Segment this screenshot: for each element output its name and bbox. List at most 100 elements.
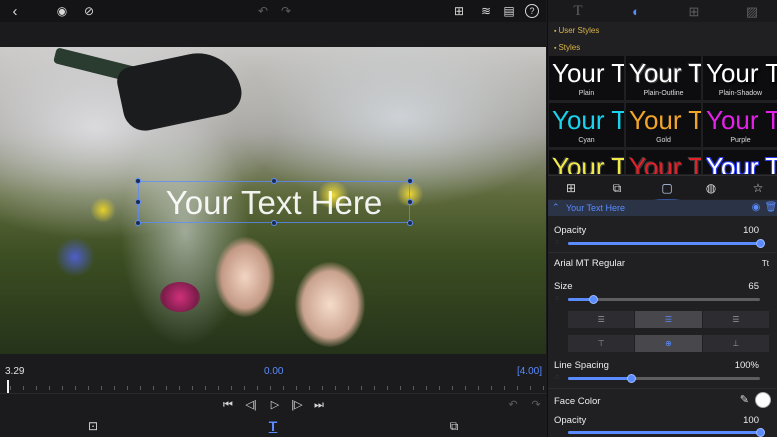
fit-screen-icon[interactable]: ⊡ bbox=[86, 419, 100, 433]
style-preview-text: Your Text bbox=[706, 58, 777, 88]
line-spacing-value: 100% bbox=[734, 360, 759, 371]
user-styles-header[interactable]: User Styles bbox=[554, 26, 599, 35]
redo-icon[interactable]: ↷ bbox=[279, 4, 293, 18]
favorite-star-icon[interactable]: ☆ bbox=[751, 181, 765, 195]
ruler-tick bbox=[88, 386, 89, 390]
ruler-tick bbox=[244, 386, 245, 390]
bottom-toolbar: ⊡ T ⧉ bbox=[0, 416, 546, 437]
style-preset[interactable]: Your Text bbox=[626, 150, 701, 174]
line-spacing-slider[interactable] bbox=[568, 374, 760, 383]
ruler-tick bbox=[140, 386, 141, 390]
style-preset[interactable]: Your Text Plain-Shadow bbox=[703, 56, 777, 100]
eye-hide-icon[interactable]: ⊘ bbox=[82, 4, 96, 18]
position-time: 0.00 bbox=[264, 366, 284, 377]
ruler-tick bbox=[75, 386, 76, 390]
blue-flower bbox=[55, 237, 95, 277]
slider-knob[interactable] bbox=[756, 428, 765, 437]
trash-icon[interactable]: 🗑 bbox=[764, 201, 777, 215]
safe-zone-icon[interactable]: ⊞ bbox=[452, 4, 466, 18]
ruler-tick bbox=[517, 386, 518, 390]
duplicate-style-icon[interactable]: ⧉ bbox=[610, 181, 624, 195]
chevron-left-icon[interactable]: ‹ bbox=[8, 4, 22, 19]
style-name: Plain-Outline bbox=[643, 90, 684, 97]
layer-row[interactable]: ⌃ Your Text Here ◉ 🗑 bbox=[548, 200, 777, 216]
font-picker-icon[interactable]: Tt bbox=[762, 259, 769, 268]
timeline-ruler[interactable] bbox=[0, 380, 546, 394]
image-tab-icon[interactable]: ▨ bbox=[744, 3, 760, 19]
help-icon[interactable]: ? bbox=[525, 4, 539, 18]
visibility-eye-icon[interactable]: ◉ bbox=[749, 201, 763, 215]
text-tab-icon[interactable]: T bbox=[570, 3, 586, 19]
align-middle-icon[interactable]: ⊕ bbox=[635, 335, 703, 352]
ruler-tick bbox=[205, 386, 206, 390]
style-tab-icon[interactable]: ◐ bbox=[628, 3, 644, 19]
text-overlay-selection[interactable]: Your Text Here bbox=[135, 178, 413, 226]
style-preset[interactable]: Your Text Purple bbox=[703, 103, 777, 147]
add-style-icon[interactable]: ⊞ bbox=[564, 181, 578, 195]
ruler-tick bbox=[101, 386, 102, 390]
playhead[interactable] bbox=[7, 380, 9, 393]
horizontal-alignment-group: ☰ ☰ ☰ bbox=[568, 311, 770, 328]
ruler-tick bbox=[309, 386, 310, 390]
step-back-icon[interactable]: ◁| bbox=[244, 398, 258, 412]
align-right-icon[interactable]: ☰ bbox=[702, 311, 770, 328]
skip-start-icon[interactable]: ⏮ bbox=[221, 398, 235, 412]
inspector-tabs: T ◐ ⊞ ▨ bbox=[548, 0, 777, 22]
style-name: Cyan bbox=[578, 137, 595, 144]
skip-end-icon[interactable]: ⏭ bbox=[312, 398, 326, 412]
redo-icon[interactable]: ↷ bbox=[529, 398, 543, 412]
size-value: 65 bbox=[748, 281, 759, 292]
vertical-alignment-group: ⊤ ⊕ ⊥ bbox=[568, 335, 770, 352]
slider-knob[interactable] bbox=[756, 239, 765, 248]
style-preview-text: Your Text bbox=[706, 152, 777, 174]
style-preset[interactable]: Your Text bbox=[549, 150, 624, 174]
media-icon[interactable]: ▤ bbox=[502, 4, 516, 18]
eyedropper-icon[interactable]: ✎ bbox=[740, 393, 749, 406]
style-preset[interactable]: Your Text Gold bbox=[626, 103, 701, 147]
export-icon[interactable]: ⧉ bbox=[447, 419, 461, 433]
align-bottom-icon[interactable]: ⊥ bbox=[702, 335, 770, 352]
line-spacing-label: Line Spacing bbox=[554, 360, 609, 371]
overlay-title-text[interactable]: Your Text Here bbox=[139, 184, 409, 222]
step-forward-icon[interactable]: |▷ bbox=[290, 398, 304, 412]
align-center-icon[interactable]: ☰ bbox=[635, 311, 703, 328]
opacity-slider[interactable] bbox=[568, 239, 765, 248]
style-import-icon[interactable]: ◍ bbox=[704, 181, 718, 195]
layers-icon[interactable]: ≋ bbox=[479, 4, 493, 18]
size-slider[interactable] bbox=[568, 295, 760, 304]
align-top-icon[interactable]: ⊤ bbox=[568, 335, 636, 352]
duration-time[interactable]: [4.00] bbox=[517, 366, 542, 377]
styles-header[interactable]: Styles bbox=[554, 43, 580, 52]
style-preset[interactable]: Your Text Plain-Outline bbox=[626, 56, 701, 100]
chevron-up-icon[interactable]: ⌃ bbox=[552, 202, 560, 213]
top-toolbar: ‹ ◉ ⊘ ↶ ↷ ⊞ ≋ ▤ ? bbox=[0, 0, 546, 22]
eye-preview-icon[interactable]: ◉ bbox=[55, 4, 69, 18]
text-tool-icon[interactable]: T bbox=[266, 419, 280, 433]
ruler-tick bbox=[374, 386, 375, 390]
face-opacity-slider[interactable] bbox=[568, 428, 765, 437]
undo-icon[interactable]: ↶ bbox=[256, 4, 270, 18]
style-actions-bar: ⊞ ⧉ ▢ ◍ ☆ bbox=[548, 175, 777, 199]
ruler-tick bbox=[231, 386, 232, 390]
ruler-tick bbox=[465, 386, 466, 390]
folder-icon[interactable]: ▢ bbox=[660, 181, 674, 195]
video-preview[interactable]: Your Text Here bbox=[0, 47, 546, 354]
slider-min-icon: ◌ bbox=[555, 239, 560, 246]
style-preset[interactable]: Your Text bbox=[703, 150, 777, 174]
layout-tab-icon[interactable]: ⊞ bbox=[686, 3, 702, 19]
play-icon[interactable]: ▷ bbox=[268, 398, 282, 412]
style-preview-text: Your Text bbox=[629, 58, 701, 88]
align-left-icon[interactable]: ☰ bbox=[568, 311, 636, 328]
slider-knob[interactable] bbox=[627, 374, 637, 383]
undo-icon[interactable]: ↶ bbox=[506, 398, 520, 412]
slider-knob[interactable] bbox=[588, 295, 598, 304]
divider bbox=[548, 388, 777, 389]
font-name[interactable]: Arial MT Regular bbox=[554, 258, 625, 269]
ruler-tick bbox=[491, 386, 492, 390]
face-color-swatch[interactable] bbox=[755, 392, 771, 408]
styles-grid: Your TextPlainYour TextPlain-OutlineYour… bbox=[549, 56, 777, 174]
ruler-tick bbox=[36, 386, 37, 390]
style-preset[interactable]: Your Text Plain bbox=[549, 56, 624, 100]
style-preset[interactable]: Your Text Cyan bbox=[549, 103, 624, 147]
ruler-tick bbox=[452, 386, 453, 390]
